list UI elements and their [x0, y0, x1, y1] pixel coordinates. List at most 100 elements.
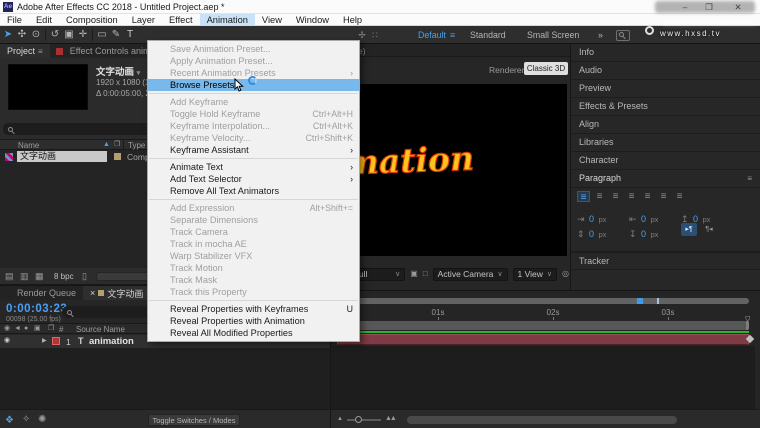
horizontal-scrollbar[interactable] [407, 416, 677, 424]
delete-icon[interactable]: ▯ [82, 272, 87, 281]
panel-menu-icon[interactable]: ≡ [38, 47, 43, 56]
menu-edit[interactable]: Edit [29, 14, 59, 25]
panel-tracker[interactable]: Tracker [571, 252, 760, 270]
space-after-field[interactable]: ↧ 0 px [629, 224, 658, 242]
shape-tool-icon[interactable]: ▭ [96, 26, 108, 44]
workspace-small-screen[interactable]: Small Screen [527, 26, 579, 44]
justify-last-right-icon[interactable]: ≡ [657, 191, 670, 202]
column-type[interactable]: Type [128, 141, 145, 150]
menu-layer[interactable]: Layer [125, 14, 162, 25]
project-comp-name[interactable]: 文字动画 ▾ [96, 64, 140, 78]
column-layer-number[interactable]: # [59, 325, 63, 334]
menu-file[interactable]: File [0, 14, 29, 25]
menu-item-reveal-all-modified-properties[interactable]: Reveal All Modified Properties [148, 327, 359, 339]
pen-tool-icon[interactable]: ✎ [110, 26, 122, 44]
menu-item-warp-stabilizer-vfx[interactable]: Warp Stabilizer VFX [148, 250, 359, 262]
column-source-name[interactable]: Source Name [76, 325, 125, 334]
justify-last-center-icon[interactable]: ≡ [641, 191, 654, 202]
column-name[interactable]: Name [18, 141, 39, 150]
menu-item-remove-all-text-animators[interactable]: Remove All Text Animators [148, 185, 359, 197]
current-timecode[interactable]: 0:00:03:23 [6, 303, 67, 315]
menu-item-apply-animation-preset[interactable]: Apply Animation Preset... [148, 55, 359, 67]
menu-view[interactable]: View [255, 14, 289, 25]
project-thumbnail[interactable] [8, 64, 88, 110]
menu-item-toggle-hold-keyframe[interactable]: Toggle Hold Keyframe Ctrl+Alt+H [148, 108, 359, 120]
navigator-playhead[interactable] [637, 298, 643, 304]
interpret-footage-icon[interactable]: ▤ [5, 272, 14, 281]
menu-item-separate-dimensions[interactable]: Separate Dimensions [148, 214, 359, 226]
menu-item-track-mask[interactable]: Track Mask [148, 274, 359, 286]
panel-paragraph-header[interactable]: Paragraph ≡ [571, 170, 760, 188]
work-area-bar[interactable] [337, 321, 749, 330]
label-color-icon[interactable]: ❐ [114, 141, 120, 148]
selection-tool-icon[interactable]: ➤ [2, 26, 14, 44]
audio-icon[interactable]: ◄ [14, 325, 21, 332]
snapping-icon[interactable]: ∷ [369, 26, 381, 44]
first-line-indent-field[interactable]: ⇕ 0 px [577, 224, 606, 242]
timeline-search-input[interactable] [62, 306, 158, 318]
time-navigator-bar[interactable] [337, 298, 749, 304]
workspace-search-icon[interactable] [616, 30, 630, 41]
timeline-zoom-slider[interactable] [347, 419, 381, 421]
menu-item-add-expression[interactable]: Add Expression Alt+Shift+= [148, 202, 359, 214]
composition-viewport[interactable]: animation [338, 84, 567, 256]
panel-effects-presets[interactable]: Effects & Presets [571, 98, 760, 116]
camera-dropdown[interactable]: Active Camera ∨ [433, 268, 508, 281]
transparency-grid-icon[interactable]: □ [423, 270, 428, 278]
panel-align[interactable]: Align [571, 116, 760, 134]
camera-tool-icon[interactable]: ▣ [63, 26, 75, 44]
menu-item-add-text-selector[interactable]: Add Text Selector › [148, 173, 359, 185]
tab-render-queue[interactable]: Render Queue [10, 286, 83, 300]
eye-icon[interactable]: ◉ [4, 337, 10, 344]
region-of-interest-icon[interactable]: ▣ [410, 270, 418, 278]
panel-preview[interactable]: Preview [571, 80, 760, 98]
menu-composition[interactable]: Composition [59, 14, 125, 25]
menu-item-track-camera[interactable]: Track Camera [148, 226, 359, 238]
tab-project[interactable]: Project ≡ [0, 44, 50, 58]
close-button[interactable]: ✕ [729, 0, 747, 14]
menu-item-reveal-properties-with-animation[interactable]: Reveal Properties with Animation [148, 315, 359, 327]
panel-libraries[interactable]: Libraries [571, 134, 760, 152]
align-right-icon[interactable]: ≡ [609, 191, 622, 202]
menu-help[interactable]: Help [336, 14, 369, 25]
menu-item-keyframe-assistant[interactable]: Keyframe Assistant › [148, 144, 359, 156]
menu-item-reveal-properties-with-keyframes[interactable]: Reveal Properties with Keyframes U [148, 303, 359, 315]
panel-audio[interactable]: Audio [571, 62, 760, 80]
menu-item-track-this-property[interactable]: Track this Property [148, 286, 359, 298]
time-ruler[interactable]: 01s 02s 03s [331, 307, 760, 320]
rotation-tool-icon[interactable]: ↺ [49, 26, 61, 44]
view-layout-dropdown[interactable]: 1 View ∨ [513, 268, 557, 281]
new-composition-icon[interactable]: ▦ [35, 272, 44, 281]
workspace-default[interactable]: Default [418, 26, 446, 44]
panel-character[interactable]: Character [571, 152, 760, 170]
bit-depth-label[interactable]: 8 bpc [54, 272, 74, 281]
panel-menu-icon[interactable]: ≡ [747, 170, 752, 187]
zoom-out-mountain-icon[interactable]: ▲ [337, 416, 343, 422]
graph-editor-icon[interactable]: ✺ [38, 415, 46, 425]
justify-last-left-icon[interactable]: ≡ [625, 191, 638, 202]
menu-item-track-motion[interactable]: Track Motion [148, 262, 359, 274]
label-swatch[interactable] [114, 153, 121, 160]
layer-color-swatch[interactable] [52, 337, 60, 345]
minimize-button[interactable]: – [676, 0, 694, 14]
menu-item-track-in-mocha-ae[interactable]: Track in mocha AE [148, 238, 359, 250]
hand-tool-icon[interactable]: ✣ [16, 26, 28, 44]
lock-icon[interactable]: ▣ [34, 325, 41, 332]
menu-window[interactable]: Window [289, 14, 336, 25]
menu-item-animate-text[interactable]: Animate Text › [148, 161, 359, 173]
zoom-tool-icon[interactable]: ⊙ [30, 26, 42, 44]
zoom-slider-knob[interactable] [355, 416, 362, 423]
menu-animation[interactable]: Animation [200, 14, 255, 25]
expander-icon[interactable]: ▶ [42, 337, 47, 344]
align-left-icon[interactable]: ≡ [577, 191, 590, 202]
new-folder-icon[interactable]: ▥ [20, 272, 29, 281]
maximize-button[interactable]: ❐ [700, 0, 718, 14]
menu-item-save-animation-preset[interactable]: Save Animation Preset... [148, 43, 359, 55]
pan-behind-tool-icon[interactable]: ✛ [77, 26, 89, 44]
frame-blending-icon[interactable]: ❖ [5, 415, 14, 426]
motion-blur-icon[interactable]: ✧ [22, 415, 30, 425]
sort-ascending-icon[interactable]: ▲ [103, 141, 110, 148]
workspace-menu-icon[interactable]: ≡ [450, 26, 455, 44]
justify-all-icon[interactable]: ≡ [673, 191, 686, 202]
workspace-overflow[interactable]: » [598, 26, 603, 44]
